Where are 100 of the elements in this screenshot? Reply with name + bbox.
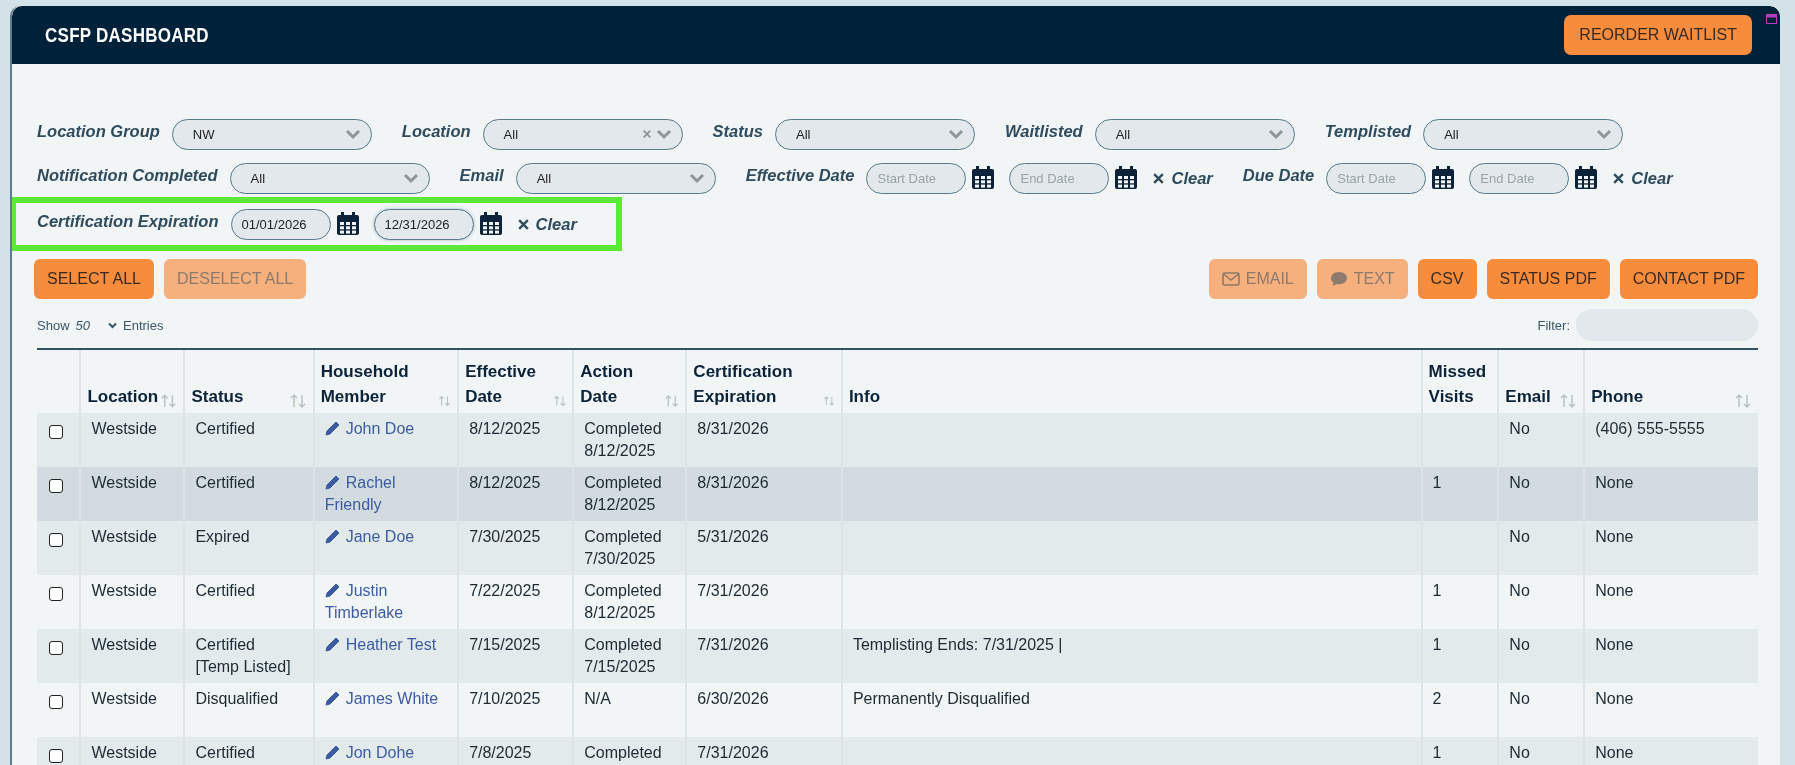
table-cell: None xyxy=(1595,744,1634,761)
table-row[interactable]: Westside Expired Jane Doe 7/30/2025 Completed 7/30/2025 5/31/2026 No None xyxy=(37,521,1758,575)
table-row[interactable]: Westside Certified Rachel Friendly 8/12/2025 Completed 8/12/2025 8/31/2026 1 No None xyxy=(37,467,1758,521)
table-cell: 5/31/2026 xyxy=(697,528,769,545)
table-cell: Completed 8/12/2025 xyxy=(584,420,662,459)
table-cell: N/A xyxy=(584,690,611,707)
table-cell: Certified xyxy=(195,474,255,491)
action-button[interactable]: CSV xyxy=(1417,259,1477,299)
member-link[interactable]: Jon Dohe xyxy=(324,742,450,764)
close-icon[interactable] xyxy=(516,217,530,231)
row-checkbox[interactable] xyxy=(49,587,64,601)
reorder-waitlist-button[interactable]: REORDER WAITLIST xyxy=(1564,15,1752,55)
member-link[interactable]: Heather Test xyxy=(324,634,450,656)
select-field[interactable]: All xyxy=(1423,118,1624,150)
date-field[interactable]: 01/01/2026 xyxy=(230,208,331,240)
chevron-down-icon[interactable] xyxy=(108,321,117,329)
close-icon[interactable] xyxy=(1152,171,1166,185)
table-cell: 1 xyxy=(1432,744,1442,761)
table-row[interactable]: Westside Certified Jon Dohe 7/8/2025 Completed 7/31/2026 1 No None xyxy=(37,737,1758,765)
table-cell: Westside xyxy=(91,474,157,491)
table-cell: Completed 8/12/2025 xyxy=(584,582,662,621)
filter-label: Email xyxy=(459,165,504,185)
entries-count[interactable]: 50 xyxy=(75,317,90,333)
table-cell: Disqualified xyxy=(195,690,279,707)
date-field[interactable]: 12/31/2026 xyxy=(373,208,474,240)
date-field[interactable]: End Date xyxy=(1009,162,1110,194)
table-cell: Permanently Disqualified xyxy=(852,690,1030,707)
table-row[interactable]: Westside Certified [Temp Listed] Heather Test 7/15/2025 Completed 7/15/2025 7/31/2026 Templisting Ends: 7/31/2025 | 1 No None xyxy=(37,629,1758,683)
table-cell: 8/31/2026 xyxy=(697,420,769,437)
row-checkbox[interactable] xyxy=(49,479,64,493)
table-cell: Completed 8/12/2025 xyxy=(584,474,662,513)
table-cell: Certified xyxy=(195,744,255,761)
table-cell: Westside xyxy=(91,420,157,437)
table-cell: No xyxy=(1509,582,1530,599)
calendar-icon[interactable] xyxy=(335,212,360,236)
row-checkbox[interactable] xyxy=(49,533,64,547)
member-link[interactable]: Rachel Friendly xyxy=(324,472,450,516)
table-cell: None xyxy=(1595,582,1634,599)
table-cell: No xyxy=(1509,690,1530,707)
select-field[interactable]: All xyxy=(775,118,975,150)
pencil-icon[interactable] xyxy=(324,636,341,652)
row-checkbox[interactable] xyxy=(49,695,64,709)
clear-button[interactable]: Clear xyxy=(1152,168,1213,188)
table-row[interactable]: Westside Certified Justin Timberlake 7/22/2025 Completed 8/12/2025 7/31/2026 1 No None xyxy=(37,575,1758,629)
table-row[interactable]: Westside Certified John Doe 8/12/2025 Completed 8/12/2025 8/31/2026 No (406) 555-5555 xyxy=(37,413,1758,467)
table-cell: 1 xyxy=(1432,582,1442,599)
window-icon[interactable] xyxy=(1766,14,1777,24)
table-cell: (406) 555-5555 xyxy=(1595,420,1705,437)
table-cell: None xyxy=(1595,636,1634,653)
table-cell: Westside xyxy=(91,582,157,599)
row-checkbox[interactable] xyxy=(49,749,64,763)
filter-label: Certification Expiration xyxy=(37,211,219,231)
calendar-icon[interactable] xyxy=(971,166,996,190)
date-field[interactable]: End Date xyxy=(1469,162,1570,194)
action-button[interactable]: SELECT ALL xyxy=(34,259,154,299)
table-cell: 7/31/2026 xyxy=(697,636,769,653)
table-cell: Certified [Temp Listed] xyxy=(195,636,291,675)
pencil-icon[interactable] xyxy=(324,420,341,436)
select-field[interactable]: All xyxy=(515,162,716,194)
table-cell: No xyxy=(1509,744,1530,761)
calendar-icon[interactable] xyxy=(1574,166,1599,190)
table-cell: Westside xyxy=(91,690,157,707)
select-field[interactable]: All xyxy=(1094,118,1295,150)
table-cell: 7/31/2026 xyxy=(697,744,769,761)
clear-button[interactable]: Clear xyxy=(516,214,577,234)
pencil-icon[interactable] xyxy=(324,690,341,706)
table-cell: 7/15/2025 xyxy=(469,636,541,653)
member-link[interactable]: James White xyxy=(324,688,450,710)
member-link[interactable]: Justin Timberlake xyxy=(324,580,450,624)
pencil-icon[interactable] xyxy=(324,744,341,760)
action-button[interactable]: STATUS PDF xyxy=(1486,259,1610,299)
pencil-icon[interactable] xyxy=(324,474,341,490)
date-field[interactable]: Start Date xyxy=(866,162,967,194)
table-cell: Expired xyxy=(195,528,250,545)
calendar-icon[interactable] xyxy=(478,212,503,236)
table-cell: Templisting Ends: 7/31/2025 | xyxy=(852,636,1063,653)
select-field[interactable]: All xyxy=(229,162,430,194)
filter-label: Status xyxy=(712,121,763,141)
filter-label: Location xyxy=(401,121,471,141)
row-checkbox[interactable] xyxy=(49,641,64,655)
row-checkbox[interactable] xyxy=(49,425,64,439)
table-cell: Westside xyxy=(91,528,157,545)
close-icon[interactable] xyxy=(1612,171,1626,185)
table-row[interactable]: Westside Disqualified James White 7/10/2025 N/A 6/30/2026 Permanently Disqualified 2 No None xyxy=(37,683,1758,737)
filter-label: Due Date xyxy=(1242,165,1315,185)
table-cell: Completed 7/15/2025 xyxy=(584,636,662,675)
pencil-icon[interactable] xyxy=(324,582,341,598)
table-cell: 8/12/2025 xyxy=(469,474,541,491)
pencil-icon[interactable] xyxy=(324,528,341,544)
table-cell: 7/31/2026 xyxy=(697,582,769,599)
date-field[interactable]: Start Date xyxy=(1326,162,1427,194)
calendar-icon[interactable] xyxy=(1431,166,1456,190)
member-link[interactable]: John Doe xyxy=(324,418,450,440)
member-link[interactable]: Jane Doe xyxy=(324,526,450,548)
table-cell: 8/12/2025 xyxy=(469,420,541,437)
calendar-icon[interactable] xyxy=(1114,166,1139,190)
select-field[interactable]: NW xyxy=(171,118,372,150)
action-button[interactable]: CONTACT PDF xyxy=(1619,259,1758,299)
clear-button[interactable]: Clear xyxy=(1612,168,1673,188)
filter-label: Templisted xyxy=(1324,121,1412,141)
